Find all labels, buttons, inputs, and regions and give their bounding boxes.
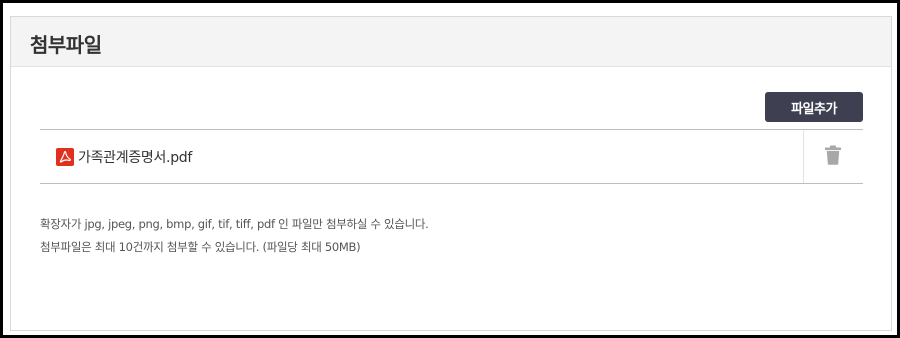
attachment-panel: 첨부파일 파일추가 가족관계증명서.pdf 확장자가 jpg, jpeg, pn… xyxy=(10,16,892,331)
delete-cell xyxy=(804,130,863,183)
pdf-icon xyxy=(56,148,74,166)
notice-file-limit: 첨부파일은 최대 10건까지 첨부할 수 있습니다. (파일당 최대 50MB) xyxy=(40,240,361,254)
panel-title: 첨부파일 xyxy=(30,33,102,57)
add-file-button[interactable]: 파일추가 xyxy=(765,92,863,122)
file-name-link[interactable]: 가족관계증명서.pdf xyxy=(78,147,192,167)
notice-allowed-extensions: 확장자가 jpg, jpeg, png, bmp, gif, tif, tiff… xyxy=(40,217,429,231)
file-list: 가족관계증명서.pdf xyxy=(40,129,863,184)
file-row: 가족관계증명서.pdf xyxy=(40,130,804,183)
trash-icon[interactable] xyxy=(824,145,842,165)
panel-header: 첨부파일 xyxy=(11,17,891,67)
window-frame: 첨부파일 파일추가 가족관계증명서.pdf 확장자가 jpg, jpeg, pn… xyxy=(0,0,900,338)
